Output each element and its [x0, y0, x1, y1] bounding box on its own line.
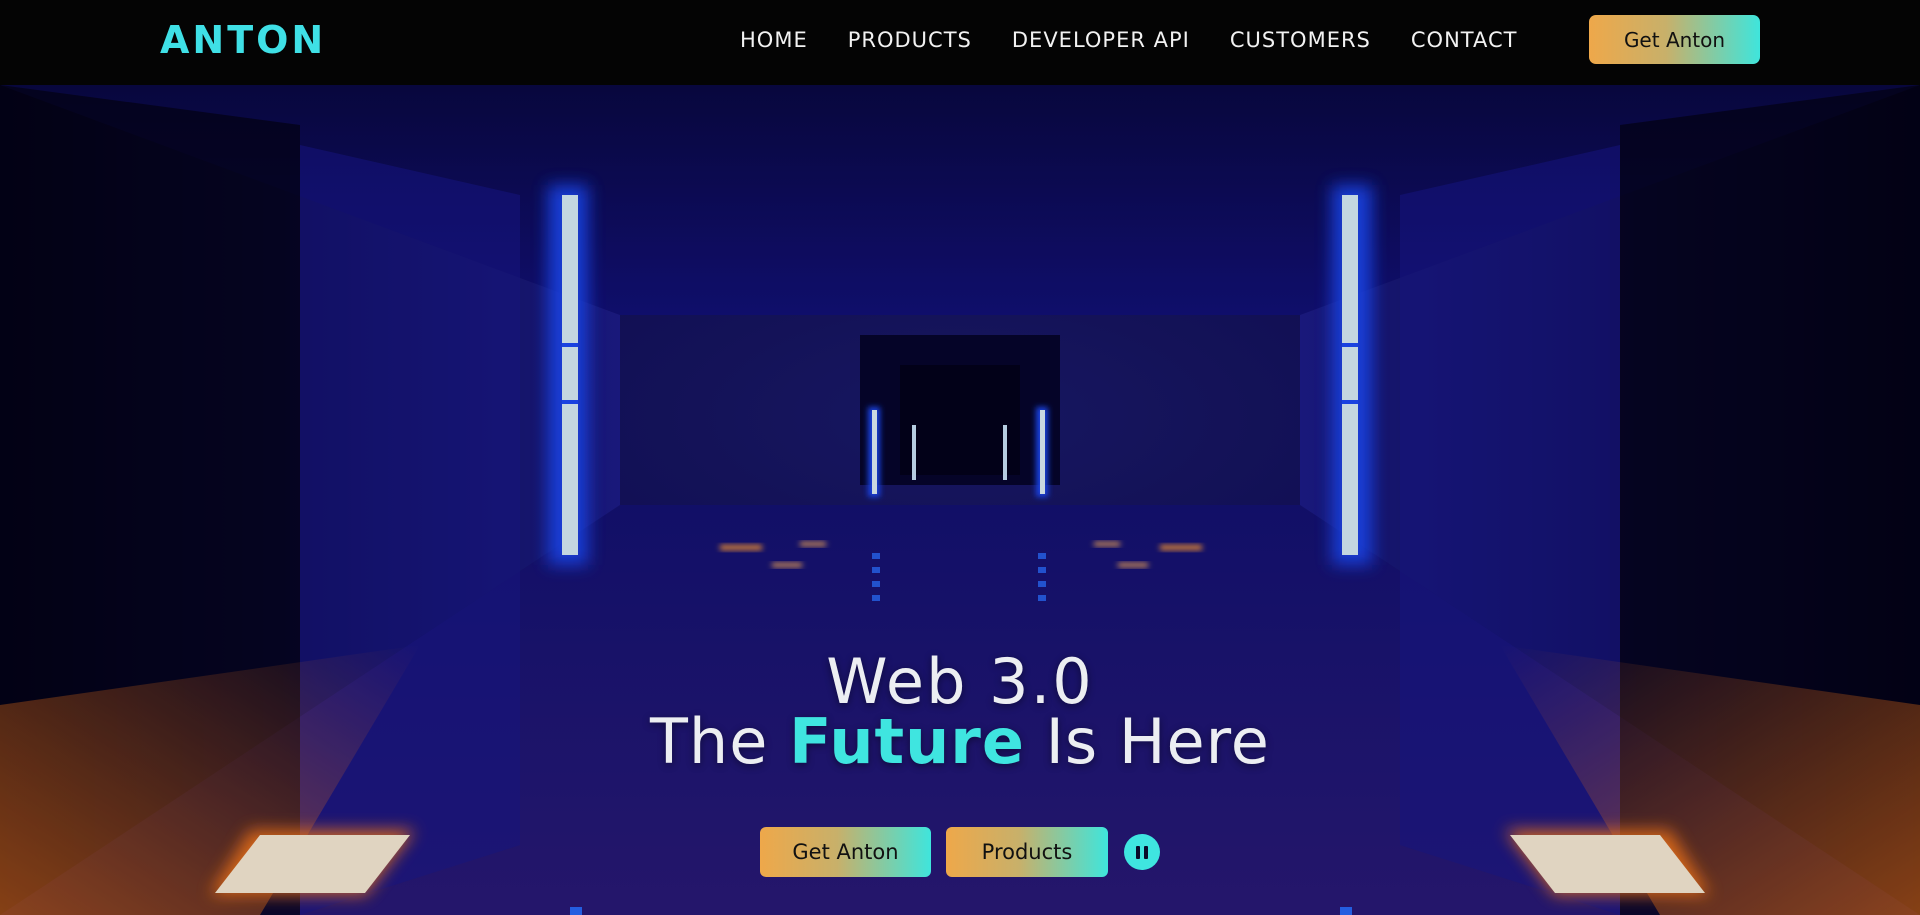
hero-background-corridor: [0, 85, 1920, 915]
hero-products-button[interactable]: Products: [946, 827, 1108, 877]
hero-get-anton-button[interactable]: Get Anton: [760, 827, 931, 877]
nav-customers-link[interactable]: CUSTOMERS: [1230, 28, 1371, 52]
brand-logo[interactable]: ANTON: [160, 18, 326, 62]
headline-accent: Future: [789, 705, 1025, 778]
nav-developer-api-link[interactable]: DEVELOPER API: [1012, 28, 1190, 52]
pause-icon: [1136, 845, 1140, 859]
nav-products-link[interactable]: PRODUCTS: [848, 28, 972, 52]
hero-section: Web 3.0 The Future Is Here Get Anton Pro…: [0, 85, 1920, 915]
nav-get-anton-button[interactable]: Get Anton: [1589, 15, 1760, 64]
headline-prefix: The: [650, 705, 790, 778]
nav-home-link[interactable]: HOME: [740, 28, 808, 52]
video-pause-button[interactable]: [1124, 834, 1160, 870]
top-navbar: ANTON HOME PRODUCTS DEVELOPER API CUSTOM…: [0, 0, 1920, 85]
main-nav: HOME PRODUCTS DEVELOPER API CUSTOMERS CO…: [740, 28, 1517, 52]
nav-contact-link[interactable]: CONTACT: [1411, 28, 1518, 52]
headline-suffix: Is Here: [1024, 705, 1270, 778]
hero-headline-line2: The Future Is Here: [0, 705, 1920, 778]
pause-icon-bar-2: [1144, 845, 1148, 859]
